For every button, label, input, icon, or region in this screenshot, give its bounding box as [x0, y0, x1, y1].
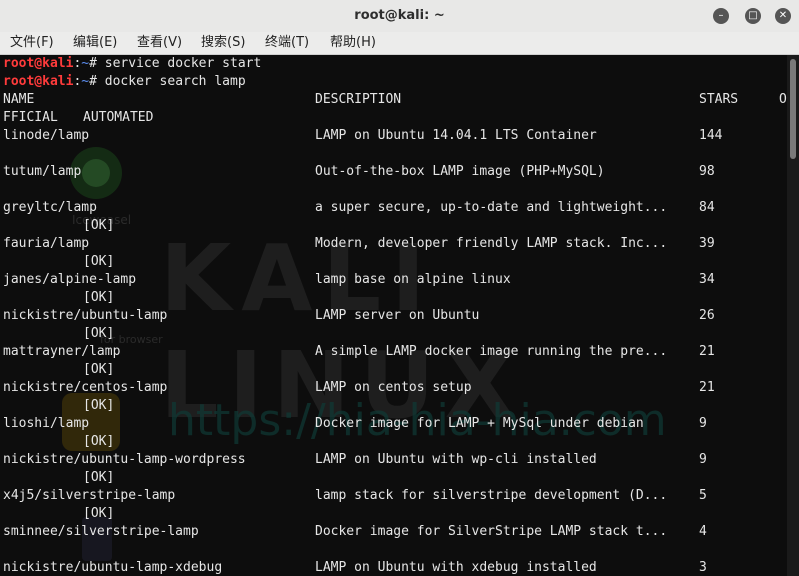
kali-watermark: KALI LINUX	[160, 225, 526, 439]
result-stars: 144	[699, 128, 723, 143]
prompt-end: #	[89, 74, 105, 89]
result-name: nickistre/ubuntu-lamp	[3, 308, 168, 323]
result-row: lioshi/lamp Docker image for LAMP + MySql…	[3, 415, 787, 433]
result-description: Out-of-the-box LAMP image (PHP+MySQL)	[315, 164, 605, 179]
header-stars: STARS	[699, 92, 739, 107]
result-stars: 9	[699, 452, 707, 467]
result-stars: 21	[699, 344, 715, 359]
result-name: janes/alpine-lamp	[3, 272, 137, 287]
result-row: nickistre/ubuntu-lamp-wordpress LAMP on U…	[3, 451, 787, 469]
header-description: DESCRIPTION	[315, 92, 402, 107]
result-name: tutum/lamp	[3, 164, 82, 179]
result-row: greyltc/lamp a super secure, up-to-date a…	[3, 199, 787, 217]
result-name: nickistre/ubuntu-lamp-wordpress	[3, 452, 246, 467]
result-description: a super secure, up-to-date and lightweig…	[315, 200, 668, 215]
result-row: janes/alpine-lamp lamp base on alpine lin…	[3, 271, 787, 289]
result-description: lamp base on alpine linux	[315, 272, 511, 287]
result-name: lioshi/lamp	[3, 416, 90, 431]
result-row: nickistre/ubuntu-lamp LAMP server on Ubun…	[3, 307, 787, 325]
result-automated: [OK]	[83, 506, 115, 521]
menu-search[interactable]: 搜索(S)	[201, 32, 245, 54]
result-description: LAMP on Ubuntu with wp-cli installed	[315, 452, 597, 467]
close-icon[interactable]: ✕	[775, 8, 791, 24]
command-text: docker search lamp	[104, 74, 246, 89]
result-automated: [OK]	[83, 326, 115, 341]
result-automated: [OK]	[83, 362, 115, 377]
menu-terminal[interactable]: 终端(T)	[265, 32, 309, 54]
result-name: greyltc/lamp	[3, 200, 97, 215]
prompt-user: root@kali	[3, 56, 74, 71]
result-automated: [OK]	[83, 398, 115, 413]
result-description: Docker image for SilverStripe LAMP stack…	[315, 524, 668, 539]
result-row: mattrayner/lamp A simple LAMP docker imag…	[3, 343, 787, 361]
terminal-area[interactable]: Iceweasel for browser KALI LINUX https:/…	[0, 55, 787, 576]
header-name: NAME	[3, 92, 35, 107]
result-description: LAMP on Ubuntu with xdebug installed	[315, 560, 597, 575]
result-row: x4j5/silverstripe-lamp lamp stack for sil…	[3, 487, 787, 505]
scrollbar[interactable]	[787, 55, 799, 576]
title-bar: root@kali: ~ – □ ✕	[0, 0, 799, 33]
result-name: mattrayner/lamp	[3, 344, 121, 359]
result-automated: [OK]	[83, 470, 115, 485]
result-row: sminnee/silverstripe-lamp Docker image fo…	[3, 523, 787, 541]
result-stars: 26	[699, 308, 715, 323]
header-official-part2: FFICIAL	[3, 110, 58, 125]
result-row: nickistre/centos-lamp LAMP on centos setu…	[3, 379, 787, 397]
prompt-path: ~	[81, 74, 90, 89]
result-name: nickistre/ubuntu-lamp-xdebug	[3, 560, 223, 575]
scrollbar-thumb[interactable]	[790, 59, 796, 159]
result-stars: 98	[699, 164, 715, 179]
result-row: fauria/lamp Modern, developer friendly LA…	[3, 235, 787, 253]
result-description: Modern, developer friendly LAMP stack. I…	[315, 236, 668, 251]
result-automated: [OK]	[83, 290, 115, 305]
header-wrap-line: FFICIAL AUTOMATED	[3, 109, 787, 127]
menu-file[interactable]: 文件(F)	[10, 32, 54, 54]
result-description: lamp stack for silverstripe development …	[315, 488, 668, 503]
menu-help[interactable]: 帮助(H)	[330, 32, 376, 54]
result-name: linode/lamp	[3, 128, 90, 143]
result-automated: [OK]	[83, 254, 115, 269]
result-name: fauria/lamp	[3, 236, 90, 251]
result-automated: [OK]	[83, 434, 115, 449]
result-automated: [OK]	[83, 218, 115, 233]
result-row: linode/lamp LAMP on Ubuntu 14.04.1 LTS Co…	[3, 127, 787, 145]
header-line: NAME DESCRIPTION STARS O	[3, 91, 787, 109]
result-description: LAMP on Ubuntu 14.04.1 LTS Container	[315, 128, 597, 143]
minimize-icon[interactable]: –	[713, 8, 729, 24]
prompt-user: root@kali	[3, 74, 74, 89]
result-stars: 21	[699, 380, 715, 395]
result-name: nickistre/centos-lamp	[3, 380, 168, 395]
prompt-end: #	[89, 56, 105, 71]
result-name: sminnee/silverstripe-lamp	[3, 524, 199, 539]
window-title: root@kali: ~	[354, 8, 445, 23]
maximize-icon[interactable]: □	[745, 8, 761, 24]
command-text: service docker start	[104, 56, 262, 71]
prompt-path: ~	[81, 56, 90, 71]
result-stars: 34	[699, 272, 715, 287]
result-row: tutum/lamp Out-of-the-box LAMP image (PHP…	[3, 163, 787, 181]
prompt-line-2: root@kali:~# docker search lamp	[3, 73, 246, 91]
result-stars: 4	[699, 524, 707, 539]
result-description: A simple LAMP docker image running the p…	[315, 344, 668, 359]
result-stars: 9	[699, 416, 707, 431]
header-official-part1: O	[779, 92, 787, 107]
prompt-line-1: root@kali:~# service docker start	[3, 55, 261, 73]
result-stars: 84	[699, 200, 715, 215]
result-stars: 3	[699, 560, 707, 575]
result-description: LAMP server on Ubuntu	[315, 308, 480, 323]
result-name: x4j5/silverstripe-lamp	[3, 488, 176, 503]
result-stars: 39	[699, 236, 715, 251]
menu-edit[interactable]: 编辑(E)	[73, 32, 117, 54]
result-description: Docker image for LAMP + MySql under debi…	[315, 416, 644, 431]
result-description: LAMP on centos setup	[315, 380, 472, 395]
menu-view[interactable]: 查看(V)	[137, 32, 182, 54]
header-automated: AUTOMATED	[83, 110, 154, 125]
result-stars: 5	[699, 488, 707, 503]
result-row: nickistre/ubuntu-lamp-xdebug LAMP on Ubun…	[3, 559, 787, 576]
menu-bar: 文件(F) 编辑(E) 查看(V) 搜索(S) 终端(T) 帮助(H)	[0, 32, 799, 55]
